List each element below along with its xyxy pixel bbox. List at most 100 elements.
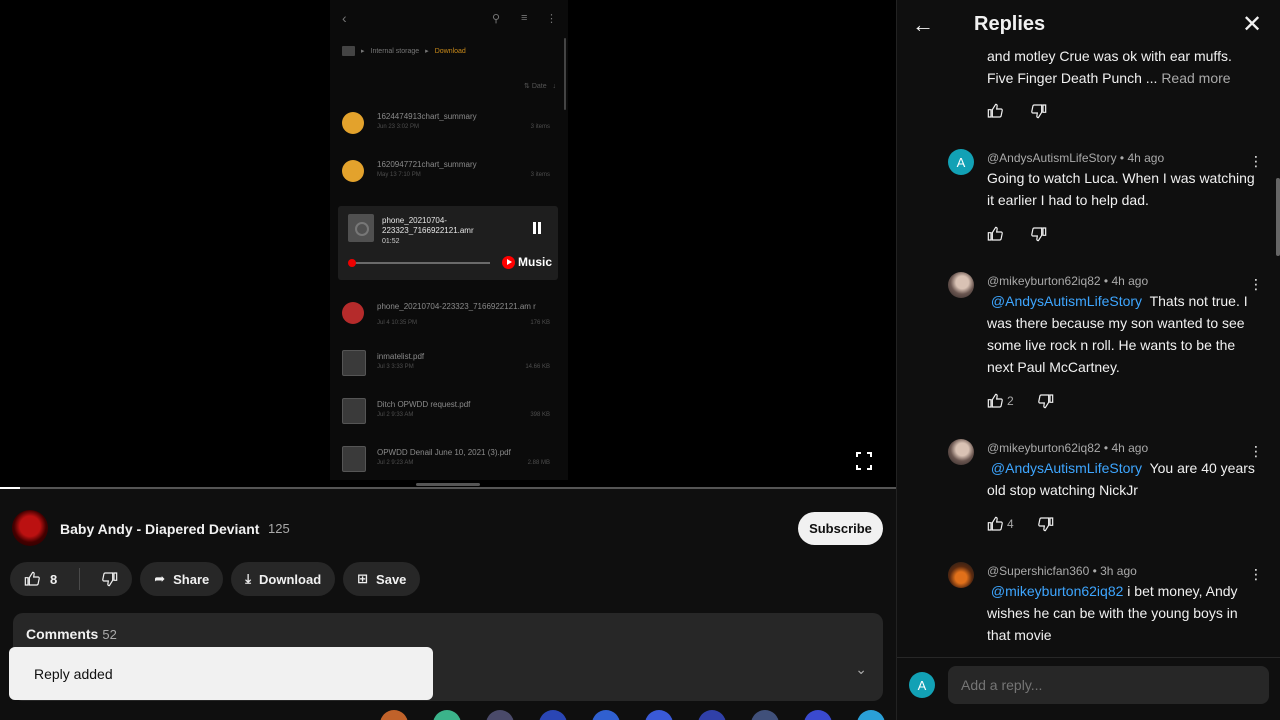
mention-link[interactable]: @AndysAutismLifeStory	[991, 460, 1142, 476]
pdf-file-icon	[342, 446, 366, 472]
file-name: 1624474913chart_summary	[377, 112, 477, 121]
comment-time: 4h ago	[1127, 151, 1165, 165]
vote-row: 2	[987, 393, 1054, 409]
sort-icon: ⇅	[524, 83, 530, 90]
comment-body: Going to watch Luca. When I was watching…	[987, 170, 1255, 208]
video-progress-bar[interactable]	[0, 487, 896, 489]
app-icon[interactable]	[380, 710, 408, 720]
comment-text: @AndysAutismLifeStory Thats not true. I …	[987, 290, 1257, 378]
drag-handle[interactable]	[416, 483, 480, 486]
thumbs-up-icon[interactable]	[987, 226, 1003, 242]
more-icon: ⋮	[546, 13, 557, 25]
download-button[interactable]: ⤓ Download	[231, 562, 336, 596]
arrow-back-icon[interactable]: ←	[912, 12, 934, 38]
thumbs-down-icon[interactable]	[1037, 516, 1054, 532]
file-date: Jul 2 9:23 AM	[377, 460, 414, 466]
like-count: 2	[1007, 394, 1014, 408]
file-date: Jun 23 3:02 PM	[377, 124, 420, 130]
thumbs-up-icon[interactable]	[987, 393, 1003, 409]
pdf-file-icon	[342, 398, 366, 424]
save-button[interactable]: ⊞ Save	[343, 562, 421, 596]
comment-time: 4h ago	[1111, 441, 1149, 455]
replies-panel: and motley Crue was ok with ear muffs. F…	[896, 0, 1280, 720]
home-folder-icon	[342, 46, 355, 56]
video-progress-fill	[0, 487, 20, 489]
filter-icon: ≡	[521, 12, 528, 24]
more-vert-icon[interactable]: ⋮	[1249, 154, 1263, 168]
file-date: May 13 7:10 PM	[377, 172, 421, 178]
share-button[interactable]: ➦ Share	[140, 562, 224, 596]
thumbs-down-icon[interactable]	[1031, 103, 1047, 119]
channel-name[interactable]: Baby Andy - Diapered Deviant	[60, 521, 259, 537]
my-avatar[interactable]: A	[909, 672, 935, 698]
subscribe-button[interactable]: Subscribe	[798, 512, 883, 545]
player-time: 01:52	[382, 238, 400, 245]
panel-scrollbar[interactable]	[1276, 178, 1280, 256]
more-vert-icon[interactable]: ⋮	[1249, 444, 1263, 458]
dislike-button[interactable]	[88, 562, 132, 596]
music-label: Music	[518, 255, 553, 269]
thumbs-up-icon[interactable]	[987, 103, 1003, 119]
avatar[interactable]	[948, 272, 974, 298]
mention-link[interactable]: @AndysAutismLifeStory	[991, 293, 1142, 309]
app-icon[interactable]	[857, 710, 885, 720]
comment-text: and motley Crue was ok with ear muffs. F…	[987, 45, 1257, 89]
app-icon[interactable]	[592, 710, 620, 720]
video-player[interactable]: ‹ ⚲ ≡ ⋮ ▸ Internal storage ▸ Download ⇅ …	[0, 0, 896, 488]
thumbs-up-icon[interactable]	[987, 516, 1003, 532]
chevron-down-icon[interactable]: ⌄	[855, 661, 867, 678]
more-vert-icon[interactable]: ⋮	[1249, 277, 1263, 291]
fullscreen-icon[interactable]	[856, 452, 872, 470]
app-icon[interactable]	[539, 710, 567, 720]
pdf-file-icon	[342, 350, 366, 376]
comment-handle[interactable]: @AndysAutismLifeStory	[987, 151, 1117, 165]
file-size: 14.66 KB	[525, 364, 550, 370]
avatar[interactable]	[948, 562, 974, 588]
read-more-link[interactable]: Read more	[1161, 70, 1230, 86]
comment-meta: @AndysAutismLifeStory • 4h ago	[987, 151, 1165, 165]
thumbs-down-icon[interactable]	[1037, 393, 1054, 409]
comments-label: Comments	[26, 626, 99, 642]
app-icon[interactable]	[645, 710, 673, 720]
phone-screen-recording: ‹ ⚲ ≡ ⋮ ▸ Internal storage ▸ Download ⇅ …	[330, 0, 568, 480]
comments-count: 52	[102, 627, 117, 642]
panel-title: Replies	[974, 13, 1046, 35]
close-icon[interactable]: ✕	[1242, 10, 1262, 39]
share-label: Share	[173, 571, 210, 587]
vote-row	[987, 103, 1047, 119]
mention-link[interactable]: @mikeyburton62iq82	[991, 583, 1124, 599]
like-count: 8	[50, 571, 58, 587]
app-icon[interactable]	[486, 710, 514, 720]
file-date: Jul 3 3:33 PM	[377, 364, 414, 370]
app-icon[interactable]	[698, 710, 726, 720]
avatar[interactable]	[948, 439, 974, 465]
file-row: 1624474913chart_summary Jun 23 3:02 PM 3…	[338, 106, 560, 146]
audio-thumbnail-icon	[348, 214, 374, 242]
crumb-root: Internal storage	[370, 47, 420, 55]
comment-text: @AndysAutismLifeStory You are 40 years o…	[987, 457, 1257, 501]
reply-input[interactable]	[948, 666, 1269, 704]
like-button[interactable]: 8	[10, 562, 71, 596]
screen: ‹ ⚲ ≡ ⋮ ▸ Internal storage ▸ Download ⇅ …	[0, 0, 1280, 720]
comment-handle[interactable]: @Supershicfan360	[987, 564, 1089, 578]
comment-handle[interactable]: @mikeyburton62iq82	[987, 441, 1101, 455]
comment-handle[interactable]: @mikeyburton62iq82	[987, 274, 1101, 288]
channel-avatar[interactable]	[12, 510, 48, 546]
download-label: Download	[259, 571, 322, 587]
vote-row: 4	[987, 516, 1054, 532]
more-vert-icon[interactable]: ⋮	[1249, 567, 1263, 581]
file-row: inmatelist.pdf Jul 3 3:33 PM 14.66 KB	[338, 346, 560, 386]
phone-scrollbar	[564, 38, 566, 110]
file-row: 1620947721chart_summary May 13 7:10 PM 3…	[338, 154, 560, 194]
file-date: Jul 4 10:35 PM	[377, 320, 418, 326]
comment-meta: @Supershicfan360 • 3h ago	[987, 564, 1137, 578]
file-size: 2.88 MB	[527, 460, 550, 466]
breadcrumb: ▸ Internal storage ▸ Download	[342, 46, 466, 56]
app-icon[interactable]	[804, 710, 832, 720]
player-knob	[348, 259, 356, 267]
thumbs-down-icon[interactable]	[1031, 226, 1047, 242]
app-icon[interactable]	[433, 710, 461, 720]
app-icon[interactable]	[751, 710, 779, 720]
file-size: 176 KB	[530, 320, 550, 326]
avatar[interactable]: A	[948, 149, 974, 175]
